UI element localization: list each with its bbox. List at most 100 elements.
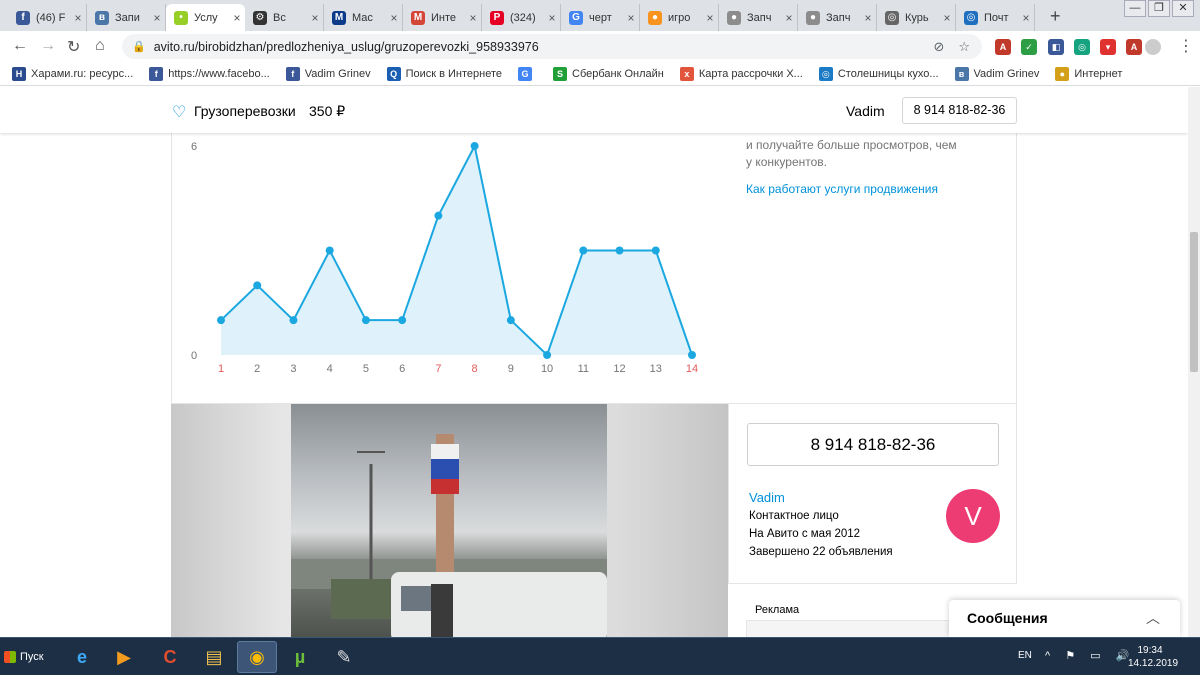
paint-icon[interactable]: ✎ xyxy=(324,641,364,673)
address-bar[interactable]: 🔒 avito.ru/birobidzhan/predlozheniya_usl… xyxy=(122,34,982,59)
browser-tab[interactable]: ● игро × xyxy=(640,4,719,31)
check-extension-icon[interactable]: ✓ xyxy=(1021,39,1037,55)
back-arrow-icon[interactable]: ← xyxy=(12,37,28,55)
tab-title: Услу xyxy=(194,11,218,24)
new-tab-button[interactable]: + xyxy=(1050,6,1061,27)
page-scrollbar[interactable] xyxy=(1188,87,1200,637)
extension-icon[interactable]: ◎ xyxy=(1074,39,1090,55)
browser-tab[interactable]: ◎ Почт × xyxy=(956,4,1035,31)
browser-tab[interactable]: ⚙ Вс × xyxy=(245,4,324,31)
bookmark-item[interactable]: Q Поиск в Интернете xyxy=(386,66,502,81)
messages-widget[interactable]: Сообщения ︿ xyxy=(949,600,1180,637)
windows-taskbar: Пуск e ▶ C ▤ ◉ µ ✎ EN ^ ⚑ ▭ 🔊 19:34 14.1… xyxy=(0,637,1200,675)
browser-tab[interactable]: • Услу × xyxy=(166,4,245,31)
close-window-button[interactable]: ✕ xyxy=(1172,0,1194,17)
media-player-icon[interactable]: ▶ xyxy=(104,641,144,673)
browser-tab[interactable]: M Мас × xyxy=(324,4,403,31)
close-tab-icon[interactable]: × xyxy=(623,11,639,25)
bookmark-item[interactable]: f https://www.facebo... xyxy=(149,66,270,81)
home-icon[interactable]: ⌂ xyxy=(95,37,105,55)
promotion-help-link[interactable]: Как работают услуги продвижения xyxy=(746,182,938,196)
utorrent-icon[interactable]: µ xyxy=(280,641,320,673)
star-icon[interactable]: ☆ xyxy=(958,39,970,55)
minimize-button[interactable]: — xyxy=(1124,0,1146,17)
bookmark-item[interactable]: G xyxy=(518,66,537,81)
chrome-icon[interactable]: ◉ xyxy=(237,641,277,673)
promo-text: и получайте больше просмотров, чем у кон… xyxy=(746,137,986,171)
tab-title: Инте xyxy=(431,11,457,24)
chevron-up-icon[interactable]: ︿ xyxy=(1146,608,1160,628)
seller-name-link[interactable]: Vadim xyxy=(749,490,785,505)
show-phone-button[interactable]: 8 914 818-82-36 xyxy=(902,97,1017,124)
menu-dots-icon[interactable]: ⋮ xyxy=(1178,36,1194,56)
browser-tab[interactable]: M Инте × xyxy=(403,4,482,31)
close-tab-icon[interactable]: × xyxy=(1018,11,1034,25)
seller-card: 8 914 818-82-36 Vadim Контактное лицо На… xyxy=(728,404,1017,584)
browser-tab[interactable]: Gчерт × xyxy=(561,4,640,31)
listing-photo[interactable] xyxy=(291,404,607,637)
seller-role: Контактное лицо xyxy=(749,510,839,522)
language-indicator[interactable]: EN xyxy=(1018,650,1032,661)
bookmark-item[interactable]: ◎ Столешницы кухо... xyxy=(818,66,939,81)
browser-tab[interactable]: в Запи × xyxy=(87,4,166,31)
pocket-icon[interactable]: ▾ xyxy=(1100,39,1116,55)
close-tab-icon[interactable]: × xyxy=(386,11,402,25)
ccleaner-icon[interactable]: C xyxy=(150,641,190,673)
explorer-folder-icon[interactable]: ▤ xyxy=(194,641,234,673)
bookmark-item[interactable]: f Vadim Grinev xyxy=(285,66,371,81)
x-tick-label: 5 xyxy=(363,363,369,375)
promo-line: у конкурентов. xyxy=(746,155,827,169)
ie-icon[interactable]: e xyxy=(62,641,102,673)
close-tab-icon[interactable]: × xyxy=(307,11,323,25)
close-tab-icon[interactable]: × xyxy=(149,11,165,25)
gmail-icon: M xyxy=(411,10,425,25)
clock[interactable]: 19:34 14.12.2019 xyxy=(1128,644,1178,670)
browser-tab[interactable]: ● Запч × xyxy=(798,4,877,31)
close-tab-icon[interactable]: × xyxy=(70,11,86,25)
close-tab-icon[interactable]: × xyxy=(544,11,560,25)
tab-title: игро xyxy=(668,11,691,24)
close-tab-icon[interactable]: × xyxy=(860,11,876,25)
pdf-extension-icon[interactable]: A xyxy=(1126,39,1142,55)
favorite-heart-icon[interactable]: ♡ xyxy=(172,102,186,122)
x-tick-label: 9 xyxy=(508,363,514,375)
browser-tab[interactable]: ◎ Курь × xyxy=(877,4,956,31)
google-icon: G xyxy=(569,10,583,25)
system-tray-icons[interactable]: ^ ⚑ ▭ 🔊 xyxy=(1045,649,1135,662)
clock-time: 19:34 xyxy=(1137,645,1163,656)
close-tab-icon[interactable]: × xyxy=(702,11,718,25)
x-tick-label: 11 xyxy=(578,363,589,375)
profile-avatar-icon[interactable] xyxy=(1145,39,1161,55)
forward-arrow-icon[interactable]: → xyxy=(40,37,56,55)
browser-tab[interactable]: ● Запч × xyxy=(719,4,798,31)
address-url: avito.ru/birobidzhan/predlozheniya_uslug… xyxy=(153,39,539,54)
browser-tab[interactable]: P (324) × xyxy=(482,4,561,31)
seller-name-header[interactable]: Vadim xyxy=(846,103,885,119)
avito-icon: • xyxy=(174,10,188,25)
restore-button[interactable]: ❐ xyxy=(1148,0,1170,17)
bookmark-item[interactable]: S Сбербанк Онлайн xyxy=(553,66,664,81)
bookmark-item[interactable]: в Vadim Grinev xyxy=(954,66,1039,81)
bookmark-item[interactable]: ● Интернет xyxy=(1055,66,1122,81)
close-tab-icon[interactable]: × xyxy=(939,11,955,25)
camera-blocked-icon[interactable]: ⊘ xyxy=(933,39,944,55)
x-tick-label: 10 xyxy=(541,363,553,375)
bookmark-item[interactable]: x Карта рассрочки Х... xyxy=(679,66,803,81)
scrollbar-thumb[interactable] xyxy=(1190,232,1198,372)
close-tab-icon[interactable]: × xyxy=(229,11,245,25)
photo-gallery[interactable] xyxy=(171,404,728,637)
chart-point xyxy=(543,351,552,359)
seller-avatar[interactable]: V xyxy=(946,489,1000,543)
extension-icon[interactable]: ◧ xyxy=(1048,39,1064,55)
game-icon: ● xyxy=(648,10,662,25)
close-tab-icon[interactable]: × xyxy=(781,11,797,25)
adblock-extension-icon[interactable]: A xyxy=(995,39,1011,55)
tab-title: (324) xyxy=(510,11,536,24)
reload-icon[interactable]: ↻ xyxy=(67,37,80,57)
browser-tab[interactable]: f (46) F × xyxy=(8,4,87,31)
start-button[interactable]: Пуск xyxy=(0,643,46,671)
close-tab-icon[interactable]: × xyxy=(465,11,481,25)
bookmark-item[interactable]: H Харами.ru: ресурс... xyxy=(12,66,133,81)
seller-phone-button[interactable]: 8 914 818-82-36 xyxy=(747,423,999,466)
windows-logo-icon xyxy=(4,651,16,663)
